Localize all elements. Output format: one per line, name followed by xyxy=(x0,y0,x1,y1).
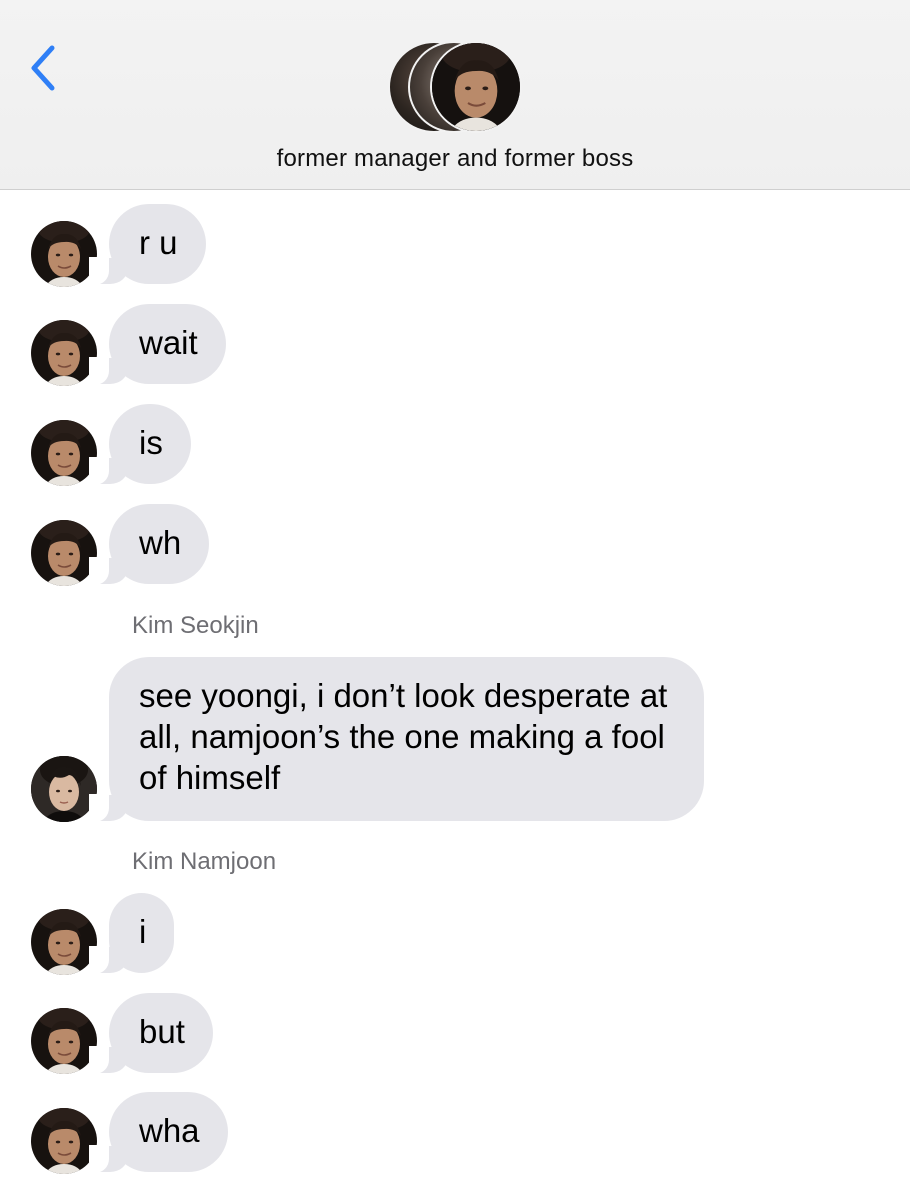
conversation-header: former manager and former boss xyxy=(0,0,910,190)
message-bubble[interactable]: r u xyxy=(89,204,206,285)
message-bubble[interactable]: is xyxy=(89,404,191,485)
sender-name: Kim Namjoon xyxy=(132,848,277,875)
avatar-namjoon[interactable] xyxy=(31,221,97,287)
message-text: but xyxy=(139,1013,185,1050)
avatar-namjoon[interactable] xyxy=(31,320,97,386)
chevron-left-icon xyxy=(31,45,55,91)
avatar-namjoon[interactable] xyxy=(31,1108,97,1174)
message-bubble[interactable]: see yoongi, i don’t look desperate at al… xyxy=(89,657,704,822)
message-bubble[interactable]: wait xyxy=(89,304,226,385)
group-avatar-stack[interactable] xyxy=(388,41,524,133)
message-text: see yoongi, i don’t look desperate at al… xyxy=(139,677,668,796)
message-bubble[interactable]: but xyxy=(89,993,213,1074)
avatar-namjoon[interactable] xyxy=(31,909,97,975)
message-text: wha xyxy=(139,1112,200,1149)
message-text: wh xyxy=(139,524,182,561)
message-text: is xyxy=(139,424,163,461)
message-text: r u xyxy=(139,224,178,261)
message-bubble[interactable]: wh xyxy=(88,504,210,585)
group-name[interactable]: former manager and former boss xyxy=(0,145,910,173)
message-text: i xyxy=(139,913,147,950)
avatar-namjoon[interactable] xyxy=(31,1008,97,1074)
group-avatar-3 xyxy=(430,41,522,133)
message-bubble[interactable]: wha xyxy=(89,1092,228,1173)
sender-name: Kim Seokjin xyxy=(132,612,259,639)
message-text: wait xyxy=(139,324,198,361)
avatar-namjoon[interactable] xyxy=(31,420,97,486)
avatar-namjoon[interactable] xyxy=(31,520,97,586)
avatar-seokjin[interactable] xyxy=(31,756,97,822)
message-bubble[interactable]: i xyxy=(88,893,175,974)
back-button[interactable] xyxy=(24,40,68,96)
